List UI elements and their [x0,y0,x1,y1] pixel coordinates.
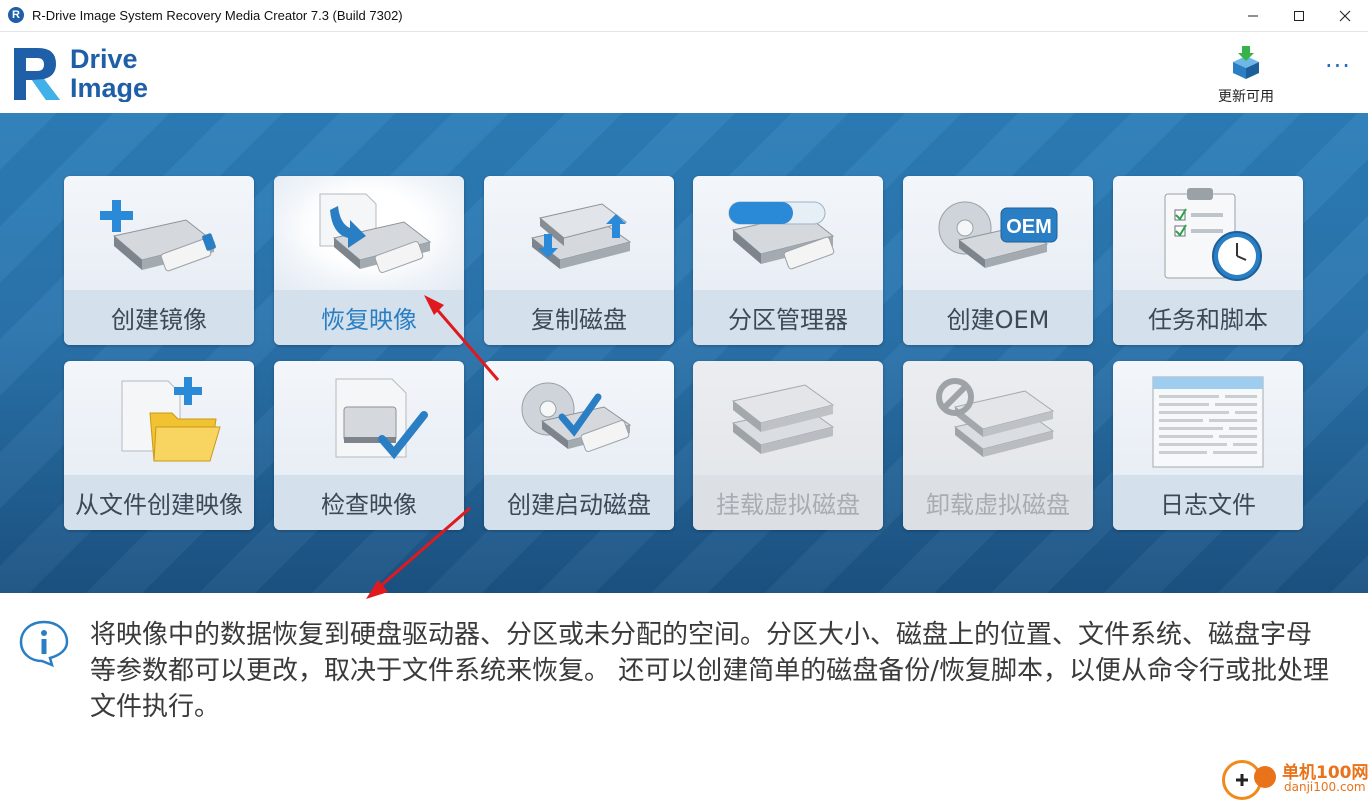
minimize-icon [1248,15,1258,16]
tile-label: 日志文件 [1160,491,1256,519]
unmount-virtual-disk-icon [936,378,1055,457]
tile-partition-manager[interactable]: 分区管理器 [693,176,883,345]
tile-label: 分区管理器 [728,306,848,334]
tile-copy-disk[interactable]: 复制磁盘 [484,176,674,345]
site-watermark: 单机100网 danji100.com [1218,756,1368,800]
create-oem-icon: OEM [938,201,1058,268]
tile-label: 创建OEM [946,306,1050,334]
description-text: 将映像中的数据恢复到硬盘驱动器、分区或未分配的空间。分区大小、磁盘上的位置、文件… [90,620,1330,722]
copy-disk-icon [530,203,632,269]
maximize-icon [1294,10,1304,21]
more-options-icon: ··· [1325,52,1351,80]
minimize-button[interactable] [1230,0,1276,31]
action-panel: 创建镜像 恢复映像 复制磁盘 分区管理器 OEM 创建OEM 任务和脚本 从文件… [0,113,1368,593]
update-label: 更新可用 [1218,89,1274,105]
tile-tasks-scripts[interactable]: 任务和脚本 [1113,176,1303,345]
svg-text:OEM: OEM [1006,216,1052,238]
title-bar: R R-Drive Image System Recovery Media Cr… [0,0,1368,32]
close-icon [1339,10,1351,21]
tile-unmount-virtual-disk[interactable]: 卸载虚拟磁盘 [903,361,1093,530]
tile-label: 卸载虚拟磁盘 [926,491,1070,519]
svg-text:Image: Image [70,73,148,102]
more-options-button[interactable]: ··· [1322,52,1354,80]
tile-label: 恢复映像 [321,306,417,334]
watermark-dot-icon [1254,766,1276,788]
tile-label: 创建启动磁盘 [507,491,651,519]
check-image-icon [335,378,428,460]
watermark-url: danji100.com [1284,780,1366,794]
mount-virtual-disk-icon [731,384,835,454]
tile-restore-image[interactable]: 恢复映像 [274,176,464,345]
svg-text:Drive: Drive [70,44,138,74]
tile-label: 从文件创建映像 [75,491,243,519]
tile-label: 任务和脚本 [1148,306,1268,334]
create-image-icon [100,200,216,272]
partition-manager-icon [728,201,835,270]
create-boot-disk-icon [521,382,632,452]
tile-create-image[interactable]: 创建镜像 [64,176,254,345]
tile-mount-virtual-disk[interactable]: 挂载虚拟磁盘 [693,361,883,530]
restore-image-icon [319,193,432,273]
tile-create-from-files[interactable]: 从文件创建映像 [64,361,254,530]
tile-label: 创建镜像 [111,306,207,334]
log-file-icon [1152,376,1264,468]
update-available-button[interactable]: 更新可用 [1208,44,1284,106]
description-panel: 将映像中的数据恢复到硬盘驱动器、分区或未分配的空间。分区大小、磁盘上的位置、文件… [0,593,1368,800]
close-button[interactable] [1322,0,1368,31]
tile-create-oem[interactable]: OEM 创建OEM [903,176,1093,345]
window-title: R-Drive Image System Recovery Media Crea… [32,8,403,23]
tile-log-file[interactable]: 日志文件 [1113,361,1303,530]
maximize-button[interactable] [1276,0,1322,31]
tile-label: 挂载虚拟磁盘 [716,491,860,519]
tile-label: 检查映像 [321,491,417,519]
rdrive-image-logo: Drive Image [14,44,148,102]
update-box-icon [1233,46,1259,79]
create-from-files-icon [121,377,221,462]
tile-check-image[interactable]: 检查映像 [274,361,464,530]
tile-label: 复制磁盘 [531,306,627,334]
info-icon [19,620,69,667]
app-logo-icon: R [8,7,24,23]
app-header: Drive Image 更新可用 ··· [0,32,1368,113]
tile-create-boot-disk[interactable]: 创建启动磁盘 [484,361,674,530]
tasks-scripts-icon [1164,188,1262,281]
